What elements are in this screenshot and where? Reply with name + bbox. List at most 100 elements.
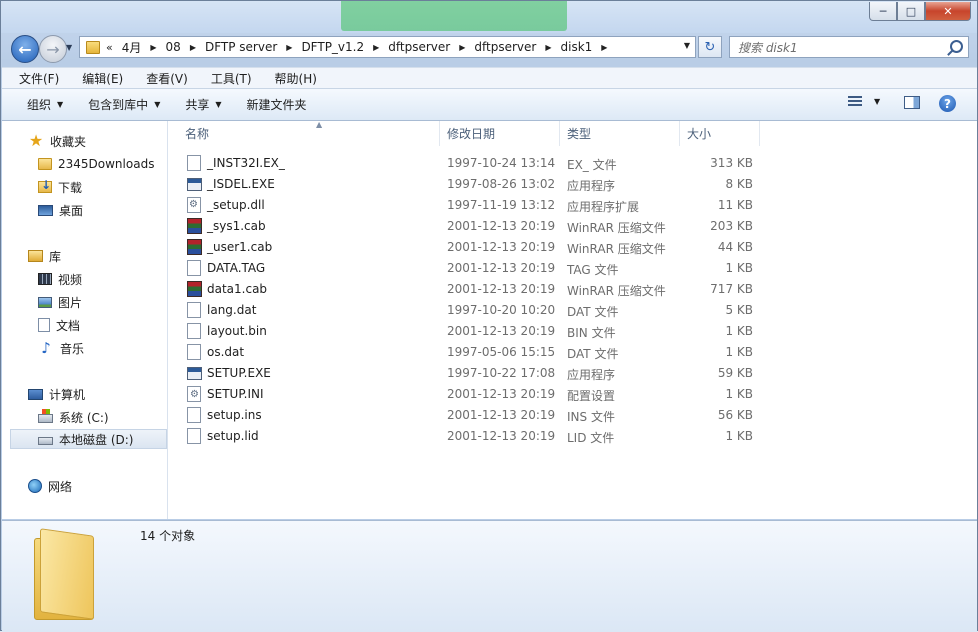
column-header-name[interactable]: ▲ 名称 xyxy=(178,120,440,146)
address-bar[interactable]: « 4月 ▶ 08 ▶ DFTP server ▶ DFTP_v1.2 ▶ dftpse… xyxy=(79,36,696,58)
file-name: _setup.dll xyxy=(207,198,265,212)
breadcrumb-item[interactable]: DFTP server xyxy=(205,40,277,54)
file-size: 1 KB xyxy=(725,429,753,443)
breadcrumb-arrow-icon[interactable]: ▶ xyxy=(459,43,465,52)
address-dropdown-icon[interactable]: ▼ xyxy=(684,41,690,50)
sidebar-item-libraries[interactable]: 库 xyxy=(28,246,61,266)
file-name: setup.ins xyxy=(207,408,262,422)
file-size: 1 KB xyxy=(725,261,753,275)
table-row[interactable]: _setup.dll 1997-11-19 13:12 应用程序扩展 11 KB xyxy=(168,195,768,216)
breadcrumb-item[interactable]: disk1 xyxy=(561,40,593,54)
help-icon[interactable]: ? xyxy=(939,95,956,112)
network-icon xyxy=(28,479,42,493)
breadcrumb-arrow-icon[interactable]: ▶ xyxy=(373,43,379,52)
file-size: 313 KB xyxy=(710,156,753,170)
file-icon xyxy=(187,302,201,318)
config-file-icon xyxy=(187,386,201,402)
breadcrumb-arrow-icon[interactable]: ▶ xyxy=(286,43,292,52)
sidebar-item-network[interactable]: 网络 xyxy=(28,476,72,496)
file-date: 1997-10-20 10:20 xyxy=(447,303,556,317)
sidebar-item-label: 下载 xyxy=(58,180,83,195)
file-date: 2001-12-13 20:19 xyxy=(447,282,556,296)
back-button[interactable]: ← xyxy=(11,35,39,63)
forward-button[interactable]: → xyxy=(39,35,67,63)
file-name: _ISDEL.EXE xyxy=(207,177,275,191)
large-folder-icon xyxy=(34,528,114,620)
file-icon xyxy=(187,260,201,276)
sidebar-item-drive-d[interactable]: 本地磁盘 (D:) xyxy=(10,429,167,449)
chevron-down-icon[interactable]: ▼ xyxy=(874,97,880,106)
table-row[interactable]: _INST32I.EX_ 1997-10-24 13:14 EX_ 文件 313 KB xyxy=(168,153,768,174)
document-icon xyxy=(38,318,50,332)
table-row[interactable]: SETUP.INI 2001-12-13 20:19 配置设置 1 KB xyxy=(168,384,768,405)
sidebar-item-drive-c[interactable]: 系统 (C:) xyxy=(38,407,109,427)
history-dropdown-icon[interactable]: ▼ xyxy=(66,43,72,52)
search-icon[interactable] xyxy=(950,40,963,53)
computer-icon xyxy=(28,388,43,400)
share-button[interactable]: 共享 ▼ xyxy=(185,96,221,113)
table-row[interactable]: data1.cab 2001-12-13 20:19 WinRAR 压缩文件 717 … xyxy=(168,279,768,300)
menu-tools[interactable]: 工具(T) xyxy=(194,70,258,87)
file-name: DATA.TAG xyxy=(207,261,266,275)
sidebar-item-documents[interactable]: 文档 xyxy=(38,315,80,335)
table-row[interactable]: _ISDEL.EXE 1997-08-26 13:02 应用程序 8 KB xyxy=(168,174,768,195)
sidebar-item-computer[interactable]: 计算机 xyxy=(28,384,85,404)
include-in-library-label: 包含到库中 xyxy=(88,98,149,112)
vertical-scroll-area xyxy=(964,121,977,519)
preview-pane-icon[interactable] xyxy=(904,96,920,109)
file-size: 1 KB xyxy=(725,324,753,338)
table-row[interactable]: DATA.TAG 2001-12-13 20:19 TAG 文件 1 KB xyxy=(168,258,768,279)
breadcrumb-item[interactable]: dftpserver xyxy=(388,40,450,54)
table-row[interactable]: lang.dat 1997-10-20 10:20 DAT 文件 5 KB xyxy=(168,300,768,321)
table-row[interactable]: _user1.cab 2001-12-13 20:19 WinRAR 压缩文件 44 … xyxy=(168,237,768,258)
sidebar-item-2345downloads[interactable]: 2345Downloads xyxy=(38,154,154,174)
sidebar-item-music[interactable]: ♪ 音乐 xyxy=(38,338,84,358)
close-button[interactable]: ✕ xyxy=(925,2,971,21)
sidebar-item-videos[interactable]: 视频 xyxy=(38,269,82,289)
menu-edit[interactable]: 编辑(E) xyxy=(65,70,129,87)
sidebar-item-desktop[interactable]: 桌面 xyxy=(38,200,83,220)
dll-file-icon xyxy=(187,197,201,213)
breadcrumb-overflow[interactable]: « xyxy=(106,41,113,54)
menu-help[interactable]: 帮助(H) xyxy=(258,70,323,87)
menu-file[interactable]: 文件(F) xyxy=(2,70,65,87)
breadcrumb-arrow-icon[interactable]: ▶ xyxy=(150,43,156,52)
search-input[interactable]: 搜索 disk1 xyxy=(738,39,798,56)
column-header-date[interactable]: 修改日期 xyxy=(440,121,560,146)
change-view-button[interactable]: ▼ xyxy=(848,96,880,107)
search-box[interactable]: 搜索 disk1 xyxy=(729,36,969,58)
table-row[interactable]: setup.ins 2001-12-13 20:19 INS 文件 56 KB xyxy=(168,405,768,426)
column-header-size[interactable]: 大小 xyxy=(680,121,760,146)
column-header-type[interactable]: 类型 xyxy=(560,121,680,146)
sidebar-item-favorites[interactable]: ★ 收藏夹 xyxy=(28,131,86,151)
sidebar-item-downloads[interactable]: 下载 xyxy=(38,177,82,197)
table-row[interactable]: setup.lid 2001-12-13 20:19 LID 文件 1 KB xyxy=(168,426,768,447)
include-in-library-button[interactable]: 包含到库中 ▼ xyxy=(88,96,160,113)
table-row[interactable]: layout.bin 2001-12-13 20:19 BIN 文件 1 KB xyxy=(168,321,768,342)
minimize-button[interactable]: ─ xyxy=(869,2,897,21)
breadcrumb-arrow-icon[interactable]: ▶ xyxy=(545,43,551,52)
sidebar-item-pictures[interactable]: 图片 xyxy=(38,292,82,312)
table-row[interactable]: _sys1.cab 2001-12-13 20:19 WinRAR 压缩文件 203 … xyxy=(168,216,768,237)
file-size: 8 KB xyxy=(725,177,753,191)
refresh-button[interactable]: ↻ xyxy=(698,36,722,58)
new-folder-button[interactable]: 新建文件夹 xyxy=(247,96,307,113)
view-list-icon xyxy=(848,96,862,107)
organize-button[interactable]: 组织 ▼ xyxy=(27,96,63,113)
sidebar-item-label: 文档 xyxy=(56,318,81,333)
file-icon xyxy=(187,407,201,423)
breadcrumb-item[interactable]: 08 xyxy=(166,40,181,54)
menu-view[interactable]: 查看(V) xyxy=(129,70,194,87)
breadcrumb-arrow-icon[interactable]: ▶ xyxy=(190,43,196,52)
maximize-button[interactable]: □ xyxy=(897,2,925,21)
table-row[interactable]: os.dat 1997-05-06 15:15 DAT 文件 1 KB xyxy=(168,342,768,363)
file-name: data1.cab xyxy=(207,282,268,296)
breadcrumb-item[interactable]: dftpserver xyxy=(474,40,536,54)
title-bar[interactable]: ─ □ ✕ xyxy=(1,1,977,33)
breadcrumb-item[interactable]: DFTP_v1.2 xyxy=(301,40,364,54)
file-date: 2001-12-13 20:19 xyxy=(447,261,556,275)
library-icon xyxy=(28,250,43,262)
breadcrumb-item[interactable]: 4月 xyxy=(122,39,142,56)
table-row[interactable]: SETUP.EXE 1997-10-22 17:08 应用程序 59 KB xyxy=(168,363,768,384)
breadcrumb-arrow-icon[interactable]: ▶ xyxy=(601,43,607,52)
